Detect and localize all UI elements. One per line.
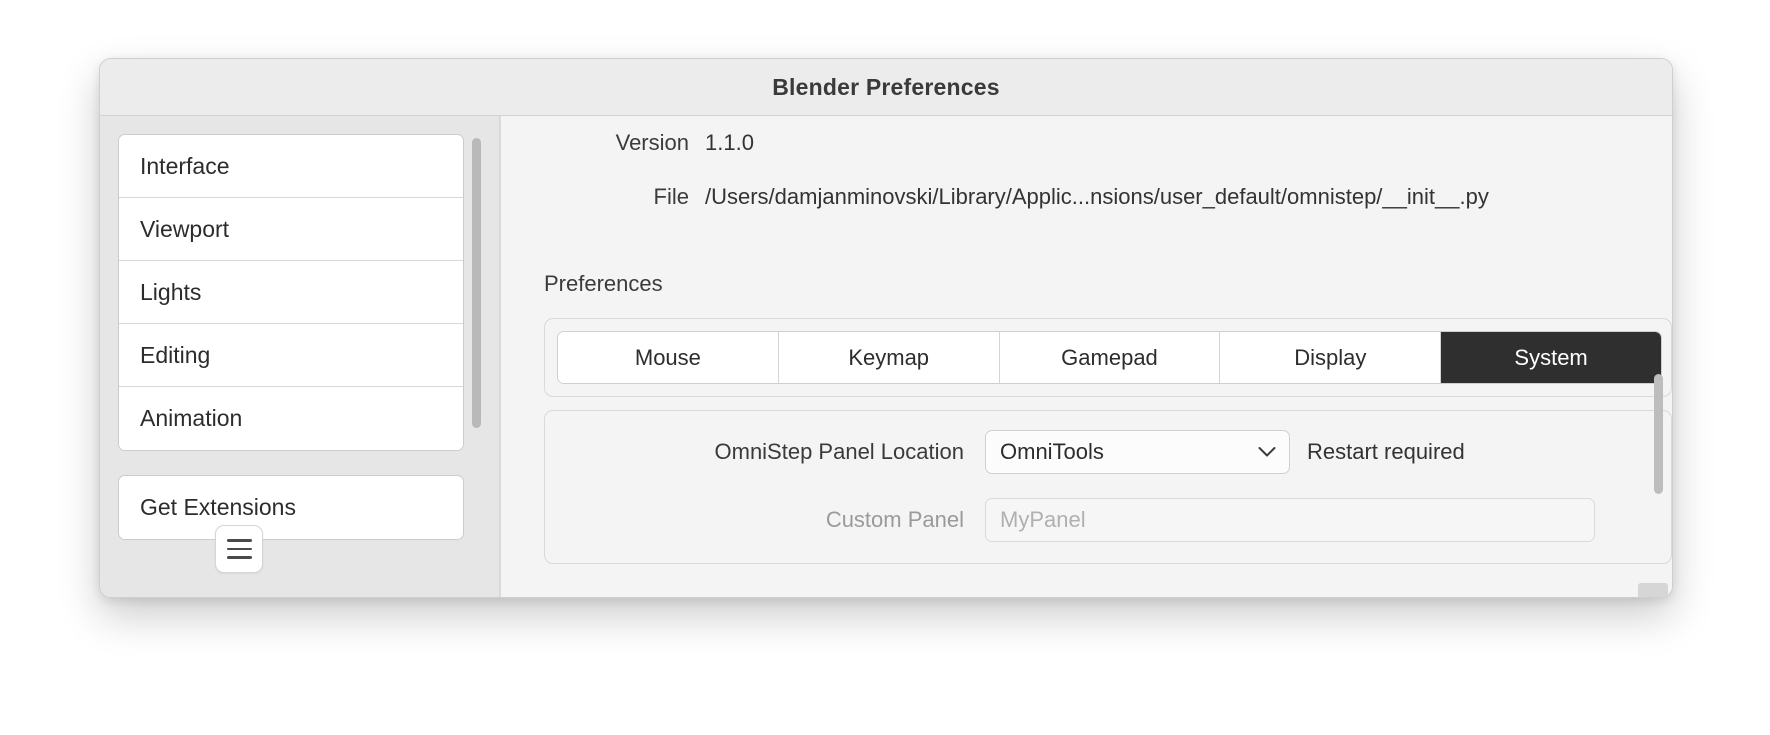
- hamburger-bar-1: [226, 539, 252, 542]
- sidebar-item-interface[interactable]: Interface: [119, 135, 463, 198]
- window-title: Blender Preferences: [772, 73, 1000, 100]
- panel-location-row: OmniStep Panel Location OmniTools Restar…: [561, 428, 1655, 476]
- sidebar-scrollbar-thumb[interactable]: [472, 138, 481, 428]
- preferences-section-title: Preferences: [544, 271, 663, 296]
- tabs-panel: Mouse Keymap Gamepad Display System: [544, 318, 1672, 397]
- file-row: File /Users/damjanminovski/Library/Appli…: [525, 184, 1634, 238]
- panel-location-select-value[interactable]: OmniTools: [985, 430, 1290, 474]
- restart-required-hint: Restart required: [1307, 439, 1465, 464]
- sidebar-group-main: Interface Viewport Lights Editing Animat…: [118, 134, 464, 451]
- hamburger-bar-3: [226, 556, 252, 559]
- tab-gamepad[interactable]: Gamepad: [999, 332, 1221, 383]
- sidebar-item-animation[interactable]: Animation: [119, 387, 463, 450]
- window-titlebar: Blender Preferences: [100, 59, 1672, 116]
- resize-grip[interactable]: [1638, 583, 1668, 597]
- sidebar: Interface Viewport Lights Editing Animat…: [100, 116, 500, 597]
- tab-display[interactable]: Display: [1220, 332, 1442, 383]
- panel-location-select[interactable]: OmniTools: [985, 430, 1290, 474]
- custom-panel-row: Custom Panel MyPanel: [561, 496, 1655, 544]
- version-value: 1.1.0: [705, 130, 754, 155]
- custom-panel-input[interactable]: MyPanel: [985, 498, 1595, 542]
- tab-system[interactable]: System: [1441, 332, 1661, 383]
- screen-root: Blender Preferences Interface Viewport L…: [0, 0, 1770, 735]
- hamburger-menu-icon[interactable]: [215, 525, 263, 573]
- sidebar-scrollbar[interactable]: [472, 138, 481, 508]
- sidebar-item-get-extensions[interactable]: Get Extensions: [119, 476, 463, 539]
- file-label: File: [653, 184, 689, 209]
- preferences-window: Blender Preferences Interface Viewport L…: [99, 58, 1673, 598]
- custom-panel-label: Custom Panel: [825, 507, 964, 532]
- preferences-tabbar: Mouse Keymap Gamepad Display System: [557, 331, 1662, 384]
- panel-location-label: OmniStep Panel Location: [714, 439, 965, 464]
- window-body: Interface Viewport Lights Editing Animat…: [100, 116, 1672, 597]
- hamburger-bar-2: [226, 547, 252, 551]
- tab-keymap[interactable]: Keymap: [778, 332, 1000, 383]
- sidebar-item-viewport[interactable]: Viewport: [119, 198, 463, 261]
- content-scrollbar[interactable]: [1654, 134, 1663, 574]
- tab-mouse[interactable]: Mouse: [558, 332, 779, 383]
- content-scrollbar-thumb[interactable]: [1654, 374, 1663, 494]
- system-settings-box: OmniStep Panel Location OmniTools Restar…: [544, 410, 1672, 564]
- content-pane: Version 1.1.0 File /Users/damjanminovski…: [500, 116, 1672, 597]
- version-label: Version: [615, 130, 689, 155]
- sidebar-item-lights[interactable]: Lights: [119, 261, 463, 324]
- sidebar-group-extensions: Get Extensions: [118, 475, 464, 540]
- content-inner: Version 1.1.0 File /Users/damjanminovski…: [501, 116, 1672, 564]
- version-row: Version 1.1.0: [525, 130, 1634, 184]
- sidebar-item-editing[interactable]: Editing: [119, 324, 463, 387]
- file-value: /Users/damjanminovski/Library/Applic...n…: [705, 184, 1489, 209]
